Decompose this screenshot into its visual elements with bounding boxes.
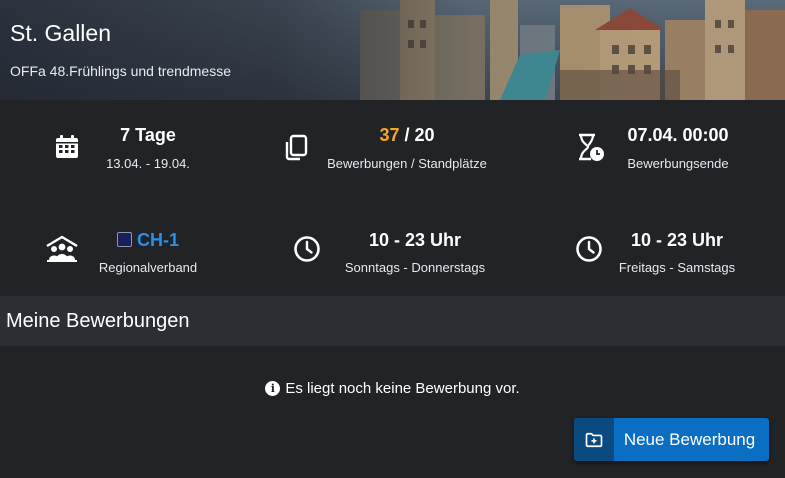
empty-state-text: Es liegt noch keine Bewerbung vor. — [285, 380, 520, 397]
hours-weekend-label: Freitags - Samstags — [618, 260, 736, 275]
hours-weekday-label: Sonntags - Donnerstags — [344, 260, 486, 275]
copy-icon — [282, 132, 312, 162]
event-banner: St. Gallen OFFa 48.Frühlings und trendme… — [0, 0, 785, 100]
section-title: Meine Bewerbungen — [6, 310, 190, 332]
new-application-button[interactable]: Neue Bewerbung — [574, 418, 769, 461]
my-applications-header: Meine Bewerbungen — [0, 296, 785, 346]
hours-weekday-info: 10 - 23 Uhr Sonntags - Donnerstags — [262, 198, 524, 296]
hours-weekend-info: 10 - 23 Uhr Freitags - Samstags — [524, 198, 785, 296]
duration-info: 7 Tage 13.04. - 19.04. — [0, 100, 262, 198]
folder-plus-icon — [574, 418, 614, 461]
hourglass-clock-icon — [575, 132, 605, 162]
region-code: CH-1 — [136, 230, 179, 250]
region-label: Regionalverband — [98, 260, 198, 275]
clock-icon — [292, 234, 322, 264]
clock-icon — [574, 234, 604, 264]
applications-current: 37 — [379, 125, 400, 145]
applications-total: 20 — [414, 125, 435, 145]
duration-dates: 13.04. - 19.04. — [106, 156, 190, 171]
hours-weekend-value: 10 - 23 Uhr — [630, 230, 724, 250]
applications-info: 37 / 20 Bewerbungen / Standplätze — [262, 100, 524, 198]
association-icon — [45, 234, 78, 264]
region-info: CH-1 Regionalverband — [0, 198, 262, 296]
calendar-icon — [52, 132, 82, 162]
info-icon: i — [265, 381, 281, 396]
city-title: St. Gallen — [10, 20, 111, 46]
deadline-value: 07.04. 00:00 — [627, 125, 729, 145]
deadline-label: Bewerbungsende — [627, 156, 729, 171]
new-application-label: Neue Bewerbung — [623, 429, 756, 449]
applications-count: 37 / 20 — [312, 125, 502, 146]
event-info-grid: 7 Tage 13.04. - 19.04. 37 / 20 Bewerbung… — [0, 100, 785, 296]
deadline-info: 07.04. 00:00 Bewerbungsende — [524, 100, 785, 198]
applications-separator: / — [399, 125, 415, 145]
region-value: CH-1 — [98, 230, 198, 251]
region-color-swatch — [116, 232, 132, 247]
hours-weekday-value: 10 - 23 Uhr — [368, 230, 462, 250]
duration-value: 7 Tage — [120, 125, 176, 145]
applications-label: Bewerbungen / Standplätze — [327, 156, 487, 171]
empty-state-message: i Es liegt noch keine Bewerbung vor. — [0, 380, 785, 397]
event-name: OFFa 48.Frühlings und trendmesse — [10, 63, 231, 79]
